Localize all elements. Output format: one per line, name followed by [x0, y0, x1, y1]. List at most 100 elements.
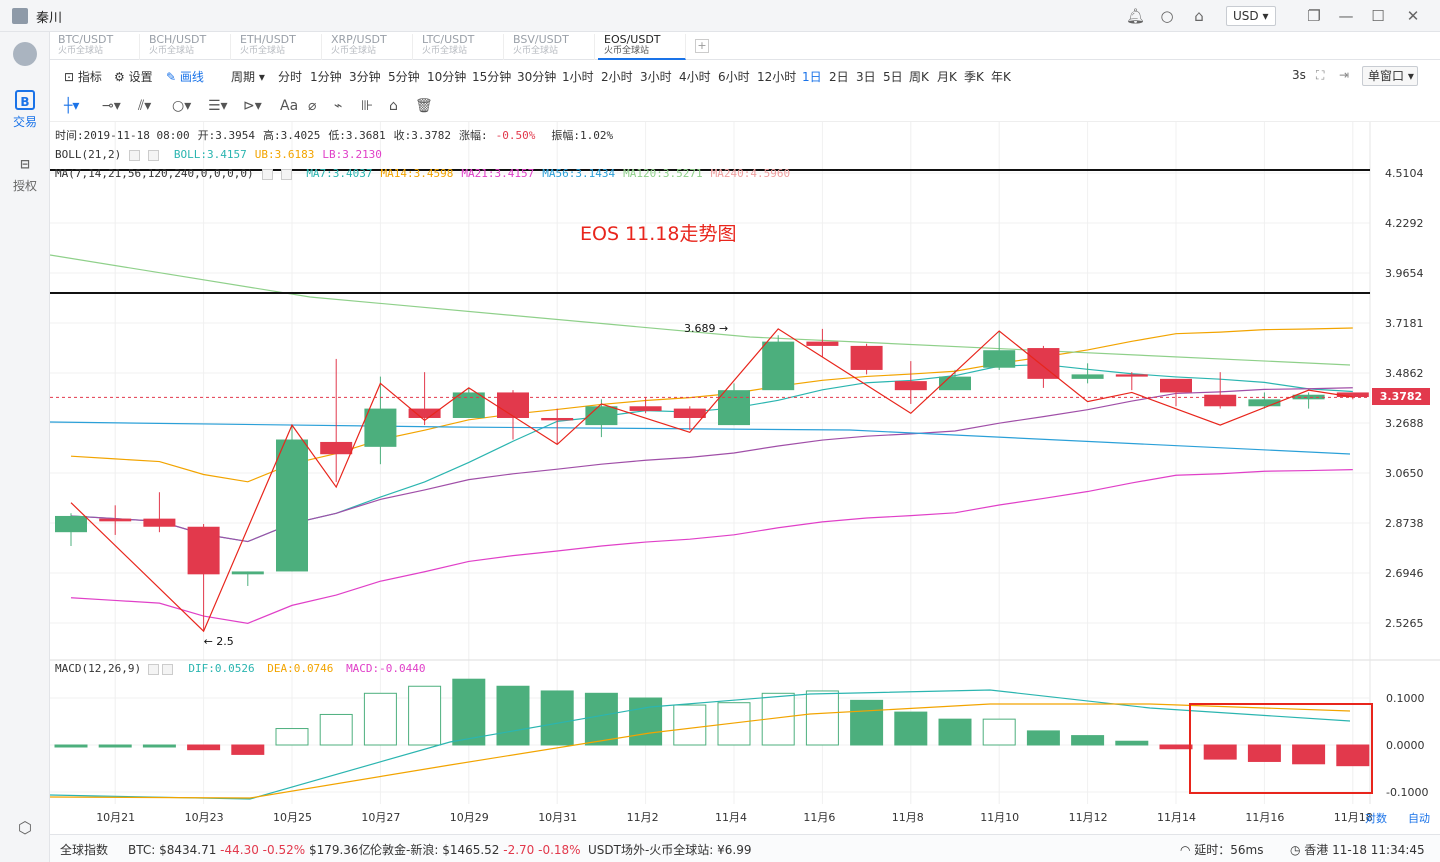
period-option[interactable]: 3分钟	[349, 68, 381, 85]
period-option[interactable]: 30分钟	[517, 68, 556, 85]
period-option[interactable]: 12小时	[757, 68, 796, 85]
channel-tool-icon[interactable]: ⫽▾	[138, 98, 151, 114]
settings-mini-icon[interactable]	[147, 663, 159, 675]
chart-area[interactable]: 4.5104 4.2292 3.9654 3.7181 3.4862 3.2688 3.06…	[50, 122, 1440, 834]
period-option[interactable]: 5分钟	[388, 68, 420, 85]
period-option[interactable]: 4小时	[679, 68, 711, 85]
candle-body	[1160, 378, 1192, 393]
latency: ◠ 延时：56ms	[1180, 843, 1264, 857]
macd-tick-label: 0.0000	[1386, 739, 1425, 752]
period-option[interactable]: 3小时	[640, 68, 672, 85]
period-option[interactable]: 3日	[856, 68, 876, 85]
boll-mid-line	[70, 387, 1353, 543]
log-scale-toggle[interactable]: 对数	[1365, 811, 1387, 825]
line-tool-icon[interactable]: ⊸▾	[102, 98, 121, 114]
shirt-icon[interactable]: ⌂	[1190, 7, 1208, 25]
minimize-icon[interactable]: —	[1337, 7, 1355, 25]
period-option-selected[interactable]: 1日	[802, 68, 822, 85]
x-tick-label: 11月2	[627, 811, 659, 824]
sidebar-item-trade[interactable]: B 交易	[0, 90, 50, 130]
hide-drawings-icon[interactable]: ⊪	[361, 98, 373, 114]
draw-button[interactable]: ✎ 画线	[166, 68, 204, 85]
refresh-interval[interactable]: 3s	[1292, 68, 1306, 82]
macd-bar	[231, 744, 265, 755]
x-tick-label: 10月23	[185, 811, 224, 824]
sidebar-item-label: 授权	[12, 179, 37, 193]
period-option[interactable]: 周K	[909, 68, 929, 85]
period-option[interactable]: 6小时	[718, 68, 750, 85]
settings-hex-icon[interactable]: ⬡	[0, 818, 50, 841]
last-price-tag: 3.3782	[1372, 388, 1430, 405]
x-tick-label: 11月14	[1157, 811, 1196, 824]
period-option[interactable]: 2小时	[601, 68, 633, 85]
global-index-label[interactable]: 全球指数	[60, 841, 108, 858]
indicator-button[interactable]: ⊡ 指标	[64, 68, 102, 85]
restore-window-icon[interactable]: ❐	[1305, 7, 1323, 25]
maximize-icon[interactable]: ☐	[1369, 7, 1387, 25]
period-option[interactable]: 2日	[829, 68, 849, 85]
x-tick-label: 11月4	[715, 811, 747, 824]
macd-bar	[408, 685, 442, 746]
period-option[interactable]: 年K	[991, 68, 1011, 85]
sidebar-item-authorize[interactable]: ⊟ 授权	[0, 154, 50, 194]
macd-tick-label: -0.1000	[1386, 786, 1428, 799]
text-tool-icon[interactable]: Aa	[280, 98, 298, 114]
period-option[interactable]: 1小时	[562, 68, 594, 85]
fib-tool-icon[interactable]: ☰▾	[208, 98, 228, 114]
candlestick-chart[interactable]: 4.5104 4.2292 3.9654 3.7181 3.4862 3.2688 3.06…	[50, 122, 1440, 834]
price-tick-label: 2.5265	[1385, 617, 1424, 630]
bell-icon[interactable]: 🔔︎	[1126, 7, 1145, 25]
period-option[interactable]: 季K	[964, 68, 984, 85]
crosshair-tool-icon[interactable]: ┼▾	[64, 98, 79, 114]
lock-tool-icon[interactable]: ⌂	[389, 98, 398, 114]
user-name[interactable]: 秦川	[36, 7, 62, 26]
tab-bch-usdt[interactable]: BCH/USDT 火币全球站	[143, 34, 231, 60]
period-option[interactable]: 月K	[937, 68, 957, 85]
tab-ltc-usdt[interactable]: LTC/USDT 火币全球站	[416, 34, 504, 60]
title-bar: 秦川 🔔︎ ○ ⌂ USD ▾ ❐ — ☐ ✕	[0, 0, 1440, 32]
fullscreen-icon[interactable]: ⛶	[1316, 68, 1324, 83]
auto-scale-toggle[interactable]: 自动	[1408, 812, 1430, 825]
trash-icon[interactable]: 🗑︎	[415, 98, 433, 114]
pattern-tool-icon[interactable]: ⊳▾	[243, 98, 262, 114]
period-option[interactable]: 分时	[278, 68, 302, 85]
close-mini-icon[interactable]	[280, 168, 292, 180]
candle-body	[408, 408, 441, 418]
close-icon[interactable]: ✕	[1404, 7, 1422, 25]
add-tab-button[interactable]: +	[695, 39, 709, 53]
tab-btc-usdt[interactable]: BTC/USDT 火币全球站	[52, 34, 140, 60]
x-tick-label: 11月8	[892, 811, 924, 824]
macd-bar	[54, 744, 88, 748]
period-option[interactable]: 10分钟	[427, 68, 466, 85]
close-mini-icon[interactable]	[148, 149, 160, 161]
candle-body	[983, 350, 1016, 368]
tab-eth-usdt[interactable]: ETH/USDT 火币全球站	[234, 34, 322, 60]
shape-tool-icon[interactable]: ○▾	[172, 98, 191, 114]
ruler-tool-icon[interactable]: ⌀	[308, 98, 316, 114]
period-option[interactable]: 15分钟	[472, 68, 511, 85]
candle-body	[762, 341, 795, 391]
close-mini-icon[interactable]	[161, 663, 173, 675]
tab-eos-usdt[interactable]: EOS/USDT 火币全球站	[598, 34, 686, 60]
popout-icon[interactable]: ⇥	[1339, 68, 1349, 82]
settings-button[interactable]: ⚙ 设置	[114, 68, 153, 85]
candle-body	[1115, 374, 1148, 377]
period-dropdown[interactable]: 周期 ▾	[231, 68, 265, 85]
currency-select[interactable]: USD ▾	[1226, 6, 1276, 26]
ma56-line	[50, 421, 1351, 455]
macd-bar	[982, 718, 1016, 746]
magnet-tool-icon[interactable]: ⌁	[334, 98, 342, 114]
tab-bsv-usdt[interactable]: BSV/USDT 火币全球站	[507, 34, 595, 60]
period-option[interactable]: 5日	[883, 68, 903, 85]
window-mode-select[interactable]: 单窗口 ▾	[1362, 66, 1418, 86]
period-option[interactable]: 1分钟	[310, 68, 342, 85]
settings-mini-icon[interactable]	[261, 168, 273, 180]
search-icon[interactable]: ○	[1158, 7, 1176, 25]
tab-xrp-usdt[interactable]: XRP/USDT 火币全球站	[325, 34, 413, 60]
trend-annotation	[70, 328, 1353, 633]
low-marker: ← 2.5	[204, 635, 234, 648]
pair-tabs: BTC/USDT 火币全球站 BCH/USDT 火币全球站 ETH/USDT 火币全球…	[50, 32, 1440, 60]
settings-mini-icon[interactable]	[129, 149, 141, 161]
user-avatar-icon[interactable]	[12, 8, 28, 24]
ma-line: MA(7,14,21,56,120,240,0,0,0,0) MA7:3.403…	[55, 167, 791, 180]
